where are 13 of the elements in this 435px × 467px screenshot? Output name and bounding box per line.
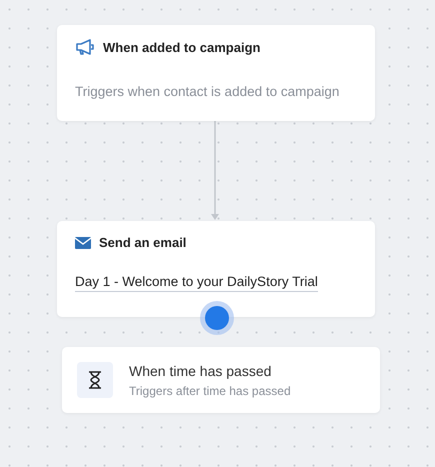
email-card[interactable]: Send an email Day 1 - Welcome to your DailyStory Trial [57, 221, 375, 317]
envelope-icon [75, 236, 91, 248]
add-step-handle[interactable] [205, 306, 229, 330]
hourglass-icon [77, 362, 113, 398]
email-link[interactable]: Day 1 - Welcome to your DailyStory Trial [75, 274, 318, 292]
option-description: Triggers after time has passed [129, 384, 291, 398]
card-title: When added to campaign [103, 40, 260, 54]
card-title: Send an email [99, 235, 186, 250]
trigger-card[interactable]: When added to campaign Triggers when contact is added to campaign [57, 25, 375, 121]
card-description: Triggers when contact is added to campaign [75, 84, 340, 99]
option-title: When time has passed [129, 362, 272, 378]
megaphone-icon [75, 39, 95, 55]
option-card[interactable]: When time has passed Triggers after time has passed [62, 347, 380, 413]
